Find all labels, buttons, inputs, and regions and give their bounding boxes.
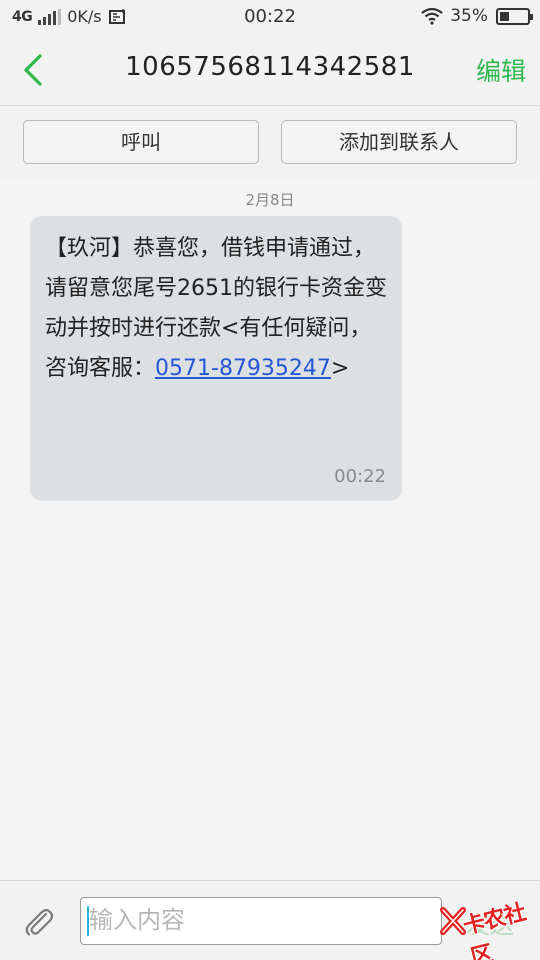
status-right: 35% [420, 6, 533, 26]
sender-number: 10657568114342581 [125, 52, 415, 82]
add-to-contacts-button[interactable]: 添加到联系人 [281, 120, 517, 164]
phone-link[interactable]: 0571-87935247 [155, 356, 331, 381]
message-input-placeholder: 输入内容 [89, 906, 185, 934]
wifi-icon [421, 7, 443, 25]
call-button[interactable]: 呼叫 [23, 120, 259, 164]
send-button[interactable]: 发送 [466, 905, 514, 940]
back-arrow-icon[interactable] [20, 52, 50, 88]
message-time: 00:22 [334, 466, 386, 487]
battery-percent: 35% [450, 6, 488, 26]
sms-conversation-screen: 4G 0K/s 00:22 35% 10657568114342581 编辑 呼… [0, 0, 540, 960]
conversation-header: 10657568114342581 编辑 [0, 34, 540, 106]
message-input[interactable]: 输入内容 [80, 897, 442, 945]
text-caret [87, 906, 89, 936]
message-composer: 输入内容 发送 [0, 880, 540, 960]
contact-actions: 呼叫 添加到联系人 [0, 107, 540, 179]
message-list[interactable]: 2月8日 【玖河】恭喜您，借钱申请通过，请留意您尾号2651的银行卡资金变动并按… [0, 179, 540, 879]
paperclip-icon[interactable] [22, 905, 56, 939]
message-bubble[interactable]: 【玖河】恭喜您，借钱申请通过，请留意您尾号2651的银行卡资金变动并按时进行还款… [30, 216, 402, 501]
message-suffix: > [330, 356, 350, 381]
edit-button[interactable]: 编辑 [476, 52, 526, 88]
message-text[interactable]: 【玖河】恭喜您，借钱申请通过，请留意您尾号2651的银行卡资金变动并按时进行还款… [45, 229, 390, 389]
date-separator: 2月8日 [245, 191, 295, 209]
battery-icon [496, 7, 533, 25]
status-bar: 4G 0K/s 00:22 35% [0, 0, 540, 34]
battery-fill [500, 11, 509, 21]
